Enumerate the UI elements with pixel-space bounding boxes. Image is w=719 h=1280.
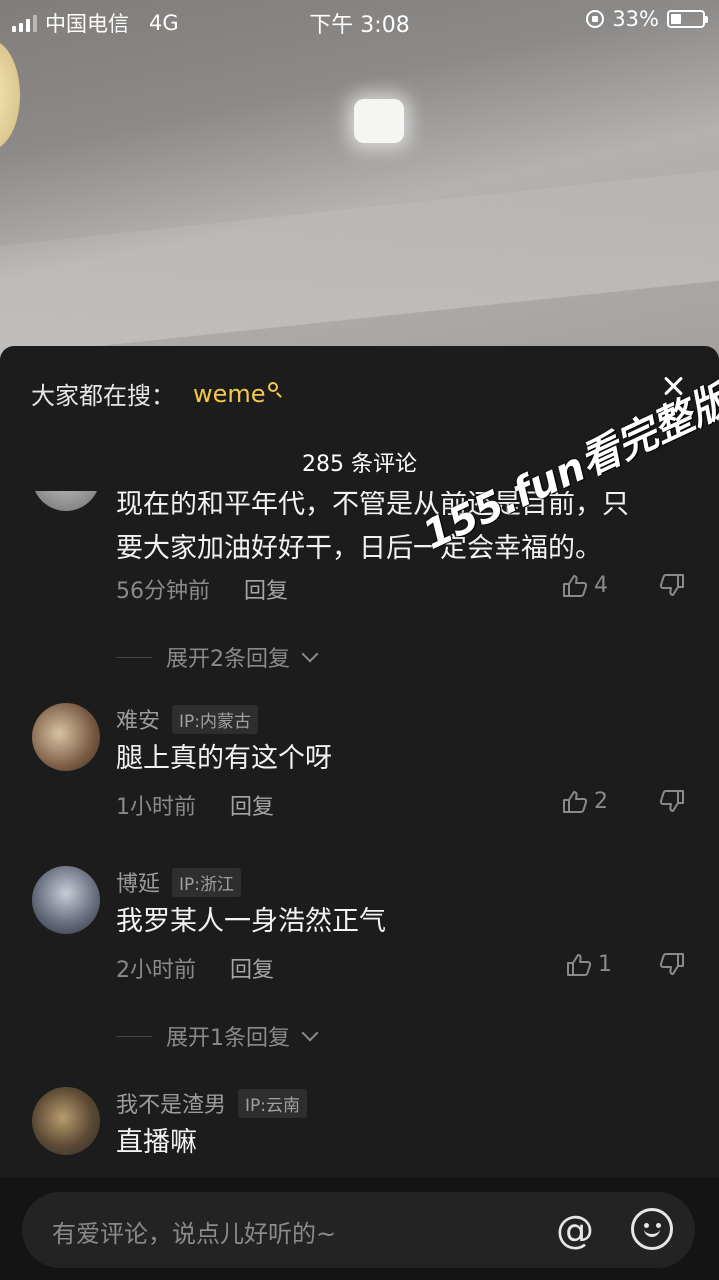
- like-count: 2: [594, 789, 608, 814]
- emoji-icon[interactable]: [631, 1208, 673, 1250]
- battery-icon: [667, 10, 708, 28]
- like-count: 4: [594, 573, 608, 598]
- divider-line: [116, 656, 152, 658]
- comment-content: 腿上真的有这个呀: [116, 743, 332, 774]
- avatar[interactable]: [32, 703, 100, 771]
- author-nickname[interactable]: 博延: [116, 866, 160, 898]
- expand-replies-button[interactable]: 展开1条回复: [116, 1020, 319, 1052]
- author-nickname[interactable]: 难安: [116, 703, 160, 735]
- video-background: [0, 0, 719, 360]
- expand-replies-button[interactable]: 展开2条回复: [116, 641, 319, 673]
- avatar[interactable]: [32, 491, 100, 511]
- trending-search[interactable]: 大家都在搜： weme: [31, 376, 278, 411]
- like-button[interactable]: 2: [562, 789, 608, 814]
- comment-time: 56分钟前: [116, 579, 210, 604]
- battery-percent: 33%: [612, 7, 659, 31]
- comment-line: 要大家加油好好干，日后一定会幸福的。: [116, 533, 602, 564]
- trending-search-term[interactable]: weme: [193, 380, 278, 408]
- thumbs-up-icon: [562, 574, 588, 598]
- comment-author: 难安 IP:内蒙古: [116, 703, 259, 735]
- status-right: 33%: [586, 7, 708, 31]
- expand-replies-label: 展开2条回复: [166, 647, 290, 672]
- ceiling-lamp: [354, 99, 404, 143]
- mention-button[interactable]: @: [553, 1208, 597, 1252]
- comment-input-bar: 有爱评论，说点儿好听的~ @: [0, 1178, 719, 1280]
- author-nickname[interactable]: 我不是渣男: [116, 1087, 226, 1119]
- expand-replies-label: 展开1条回复: [166, 1026, 290, 1051]
- comment-time: 1小时前: [116, 795, 196, 820]
- like-count: 1: [598, 952, 612, 977]
- avatar[interactable]: [32, 866, 100, 934]
- comment-meta: 2小时前 回复: [116, 952, 274, 984]
- chevron-down-icon: [301, 645, 319, 663]
- status-bar: 中国电信 4G 下午 3:08 33%: [0, 0, 719, 40]
- ip-badge: IP:内蒙古: [172, 704, 259, 734]
- comment-content: 我罗某人一身浩然正气: [116, 906, 386, 937]
- comment-time: 2小时前: [116, 958, 196, 983]
- comment-sheet: 大家都在搜： weme 285 条评论 现在的和平年代，不管是从前还是目前，只 …: [0, 346, 719, 1280]
- avatar[interactable]: [32, 1087, 100, 1155]
- comment-line: 现在的和平年代，不管是从前还是目前，只: [116, 491, 629, 520]
- like-button[interactable]: 4: [562, 573, 608, 598]
- comment-input-placeholder: 有爱评论，说点儿好听的~: [52, 1220, 337, 1248]
- comment-input[interactable]: 有爱评论，说点儿好听的~ @: [22, 1192, 695, 1268]
- reply-button[interactable]: 回复: [230, 952, 274, 984]
- search-term-text: weme: [193, 379, 266, 408]
- dislike-button[interactable]: [659, 952, 685, 978]
- thumbs-up-icon: [562, 790, 588, 814]
- ip-badge: IP:浙江: [172, 867, 242, 897]
- ip-badge: IP:云南: [238, 1088, 308, 1118]
- dislike-button[interactable]: [659, 789, 685, 815]
- trending-search-label: 大家都在搜：: [31, 382, 175, 410]
- search-icon: [267, 381, 278, 392]
- comment-content: 现在的和平年代，不管是从前还是目前，只 要大家加油好好干，日后一定会幸福的。: [116, 491, 686, 571]
- comment-meta: 56分钟前 回复: [116, 573, 288, 605]
- lamp-edge: [0, 40, 20, 150]
- comment-meta: 1小时前 回复: [116, 789, 274, 821]
- comment-list[interactable]: 现在的和平年代，不管是从前还是目前，只 要大家加油好好干，日后一定会幸福的。 5…: [0, 491, 719, 1181]
- chevron-down-icon: [301, 1024, 319, 1042]
- divider-line: [116, 1035, 152, 1037]
- reply-button[interactable]: 回复: [230, 789, 274, 821]
- reply-button[interactable]: 回复: [244, 573, 288, 605]
- ceiling-band: [0, 158, 719, 360]
- rotation-lock-icon: [586, 10, 605, 28]
- like-button[interactable]: 1: [566, 952, 612, 977]
- comment-author: 博延 IP:浙江: [116, 866, 242, 898]
- comment-content: 直播嘛: [116, 1127, 197, 1158]
- dislike-button[interactable]: [659, 573, 685, 599]
- thumbs-up-icon: [566, 953, 592, 977]
- comment-author: 我不是渣男 IP:云南: [116, 1087, 308, 1119]
